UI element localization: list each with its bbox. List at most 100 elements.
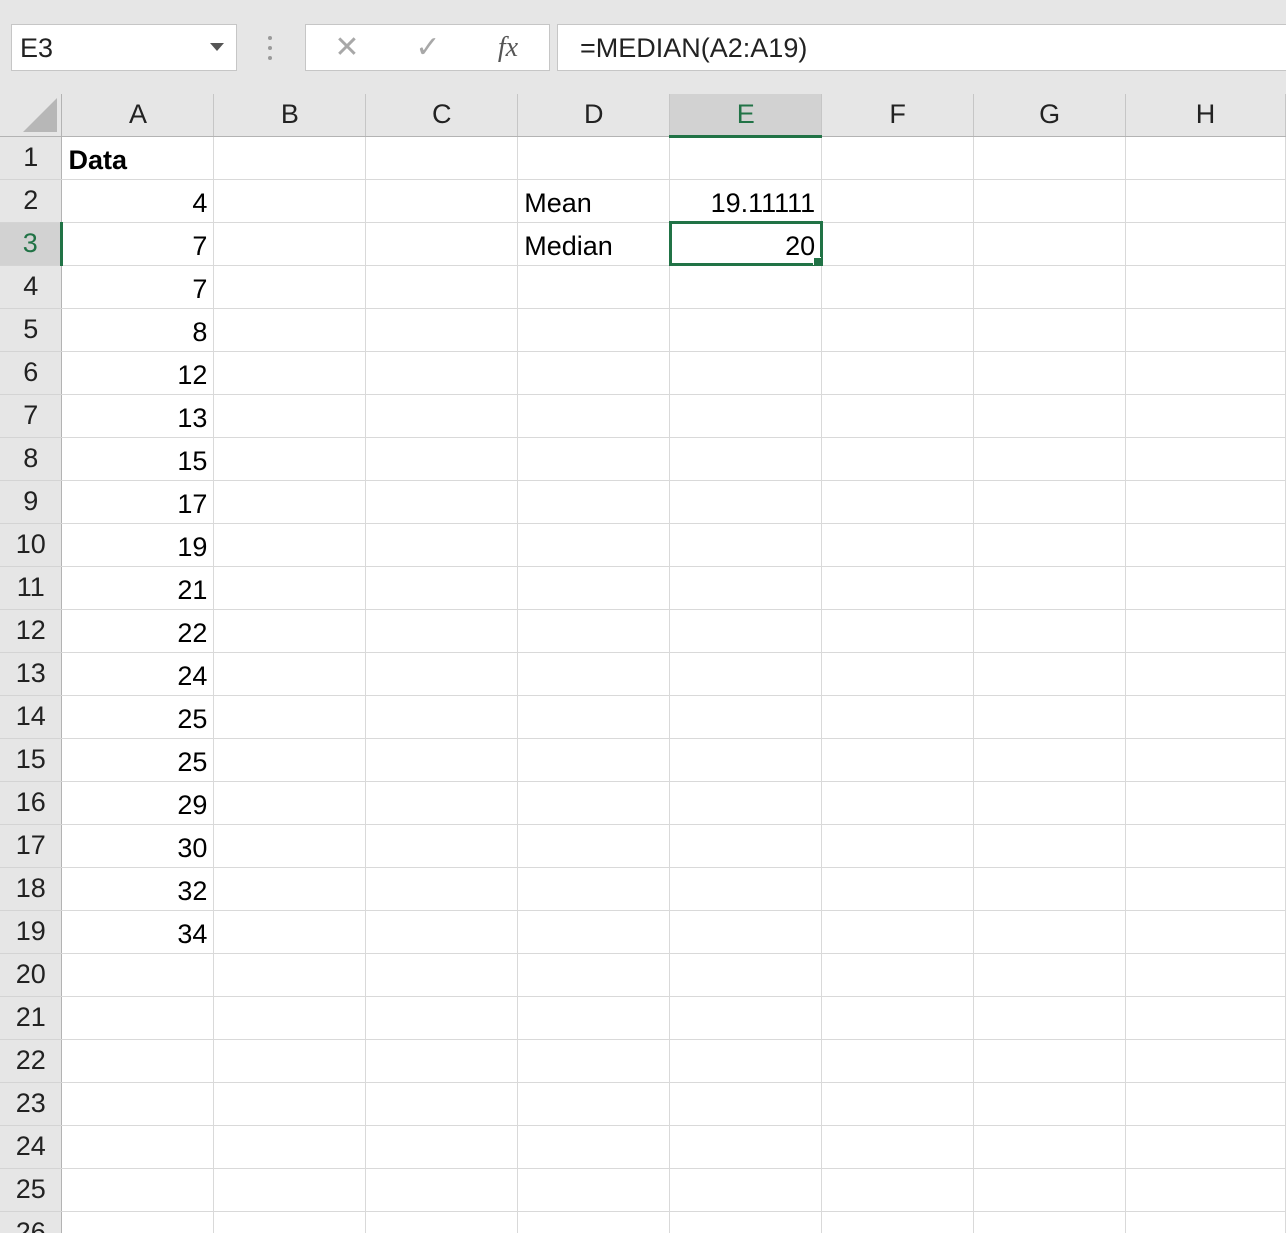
cell-d7[interactable] xyxy=(517,394,671,438)
cell-a2[interactable]: 4 xyxy=(61,179,215,223)
cell-e16[interactable] xyxy=(669,781,823,825)
cell-d6[interactable] xyxy=(517,351,671,395)
cell-d4[interactable] xyxy=(517,265,671,309)
cell-a23[interactable] xyxy=(61,1082,215,1126)
cell-d9[interactable] xyxy=(517,480,671,524)
cell-g20[interactable] xyxy=(973,953,1127,997)
row-header-6[interactable]: 6 xyxy=(0,351,63,395)
row-header-18[interactable]: 18 xyxy=(0,867,63,911)
cell-c5[interactable] xyxy=(365,308,519,352)
cell-h14[interactable] xyxy=(1125,695,1286,739)
cell-f12[interactable] xyxy=(821,609,975,653)
cell-h25[interactable] xyxy=(1125,1168,1286,1212)
cell-g12[interactable] xyxy=(973,609,1127,653)
cell-e2[interactable]: 19.11111 xyxy=(669,179,823,223)
cell-h8[interactable] xyxy=(1125,437,1286,481)
cell-b11[interactable] xyxy=(213,566,367,610)
row-header-26[interactable]: 26 xyxy=(0,1211,63,1233)
cell-d18[interactable] xyxy=(517,867,671,911)
cell-a26[interactable] xyxy=(61,1211,215,1233)
cell-h4[interactable] xyxy=(1125,265,1286,309)
cell-f8[interactable] xyxy=(821,437,975,481)
cell-f4[interactable] xyxy=(821,265,975,309)
cell-a20[interactable] xyxy=(61,953,215,997)
cell-h6[interactable] xyxy=(1125,351,1286,395)
cell-b10[interactable] xyxy=(213,523,367,567)
cell-e7[interactable] xyxy=(669,394,823,438)
cell-c4[interactable] xyxy=(365,265,519,309)
cell-e3[interactable]: 20 xyxy=(668,221,823,266)
cell-g9[interactable] xyxy=(973,480,1127,524)
row-header-14[interactable]: 14 xyxy=(0,695,63,739)
cell-f1[interactable] xyxy=(821,136,975,180)
column-header-e[interactable]: E xyxy=(669,94,823,138)
cell-g25[interactable] xyxy=(973,1168,1127,1212)
cell-b24[interactable] xyxy=(213,1125,367,1169)
cell-d19[interactable] xyxy=(517,910,671,954)
cell-g11[interactable] xyxy=(973,566,1127,610)
cell-g17[interactable] xyxy=(973,824,1127,868)
cell-a6[interactable]: 12 xyxy=(61,351,215,395)
cell-d17[interactable] xyxy=(517,824,671,868)
cell-f3[interactable] xyxy=(821,222,975,266)
cell-g2[interactable] xyxy=(973,179,1127,223)
cell-g8[interactable] xyxy=(973,437,1127,481)
chevron-down-icon[interactable] xyxy=(210,43,224,51)
cell-b14[interactable] xyxy=(213,695,367,739)
cell-g1[interactable] xyxy=(973,136,1127,180)
cell-b23[interactable] xyxy=(213,1082,367,1126)
cell-h19[interactable] xyxy=(1125,910,1286,954)
cell-f21[interactable] xyxy=(821,996,975,1040)
cell-e23[interactable] xyxy=(669,1082,823,1126)
cell-h21[interactable] xyxy=(1125,996,1286,1040)
cell-b17[interactable] xyxy=(213,824,367,868)
cell-g5[interactable] xyxy=(973,308,1127,352)
cell-g14[interactable] xyxy=(973,695,1127,739)
cell-a1[interactable]: Data xyxy=(61,136,215,180)
cell-f19[interactable] xyxy=(821,910,975,954)
cell-h2[interactable] xyxy=(1125,179,1286,223)
row-header-11[interactable]: 11 xyxy=(0,566,63,610)
cell-a7[interactable]: 13 xyxy=(61,394,215,438)
cell-a3[interactable]: 7 xyxy=(61,222,215,266)
cell-b21[interactable] xyxy=(213,996,367,1040)
cell-b1[interactable] xyxy=(213,136,367,180)
cell-a4[interactable]: 7 xyxy=(61,265,215,309)
column-header-h[interactable]: H xyxy=(1125,94,1286,137)
cell-e14[interactable] xyxy=(669,695,823,739)
cell-b20[interactable] xyxy=(213,953,367,997)
cell-g21[interactable] xyxy=(973,996,1127,1040)
cell-d22[interactable] xyxy=(517,1039,671,1083)
cell-h11[interactable] xyxy=(1125,566,1286,610)
cell-f15[interactable] xyxy=(821,738,975,782)
cell-c8[interactable] xyxy=(365,437,519,481)
cell-f5[interactable] xyxy=(821,308,975,352)
cell-e22[interactable] xyxy=(669,1039,823,1083)
cell-c3[interactable] xyxy=(365,222,519,266)
cell-c19[interactable] xyxy=(365,910,519,954)
cell-h15[interactable] xyxy=(1125,738,1286,782)
cell-d8[interactable] xyxy=(517,437,671,481)
cell-f2[interactable] xyxy=(821,179,975,223)
cell-a5[interactable]: 8 xyxy=(61,308,215,352)
cell-c25[interactable] xyxy=(365,1168,519,1212)
cell-h13[interactable] xyxy=(1125,652,1286,696)
cell-d25[interactable] xyxy=(517,1168,671,1212)
cell-g26[interactable] xyxy=(973,1211,1127,1233)
row-header-12[interactable]: 12 xyxy=(0,609,63,653)
cell-g22[interactable] xyxy=(973,1039,1127,1083)
cell-b4[interactable] xyxy=(213,265,367,309)
cell-f6[interactable] xyxy=(821,351,975,395)
row-header-13[interactable]: 13 xyxy=(0,652,63,696)
cell-e6[interactable] xyxy=(669,351,823,395)
cell-c15[interactable] xyxy=(365,738,519,782)
cell-c18[interactable] xyxy=(365,867,519,911)
cell-a21[interactable] xyxy=(61,996,215,1040)
enter-icon[interactable]: ✓ xyxy=(408,31,448,65)
row-header-10[interactable]: 10 xyxy=(0,523,63,567)
cell-b22[interactable] xyxy=(213,1039,367,1083)
cell-e5[interactable] xyxy=(669,308,823,352)
cell-a13[interactable]: 24 xyxy=(61,652,215,696)
row-header-8[interactable]: 8 xyxy=(0,437,63,481)
cell-e25[interactable] xyxy=(669,1168,823,1212)
